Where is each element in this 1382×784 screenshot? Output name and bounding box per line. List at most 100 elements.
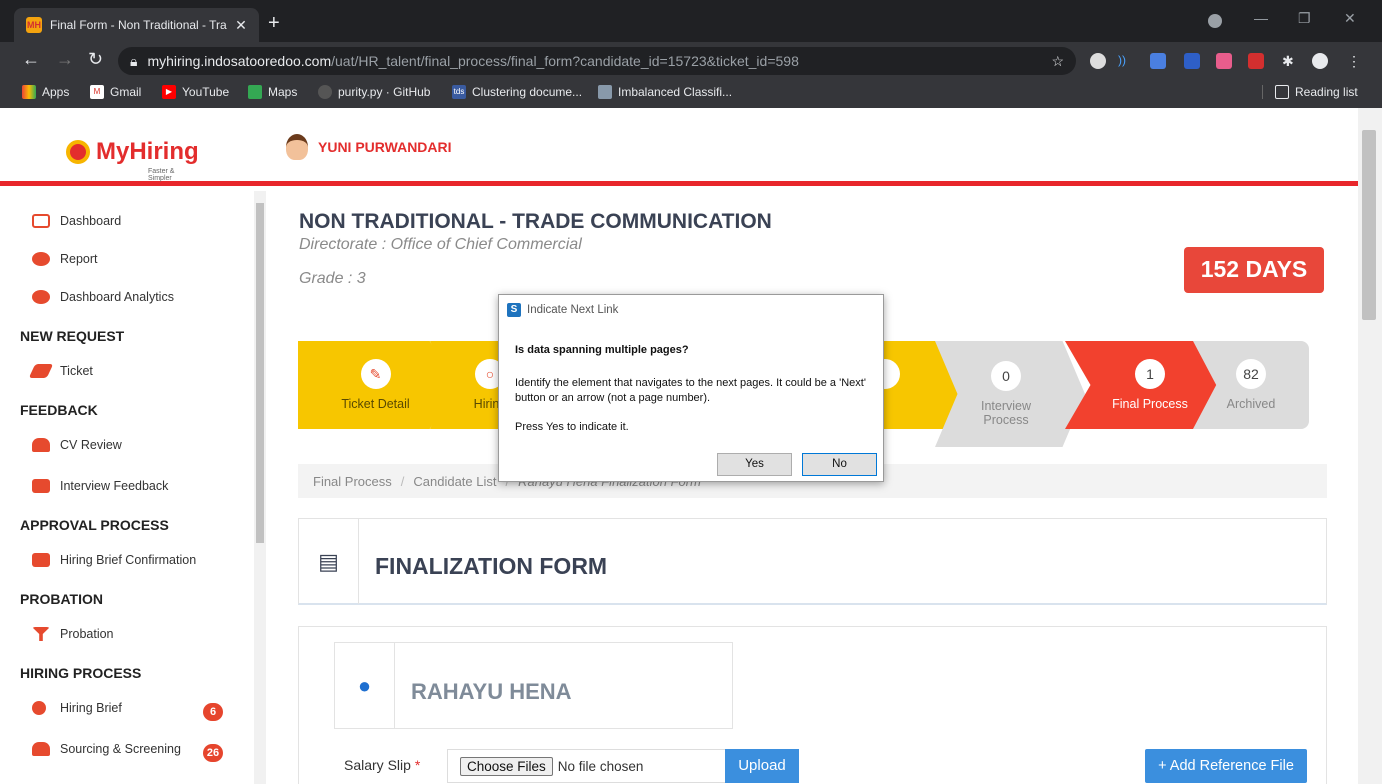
user-icon: ● [335,643,395,728]
reading-list[interactable]: Reading list [1262,85,1358,99]
sidebar-item-hiring-brief[interactable]: Hiring Brief [32,701,122,715]
file-status: No file chosen [557,758,644,774]
users-icon [32,438,50,452]
bookmarks-bar: Apps M Gmail ▶ YouTube Maps purity.py · Gi… [0,80,1382,106]
page-scrollbar[interactable] [1358,108,1382,784]
bookmark-imbalanced[interactable]: Imbalanced Classifi... [598,85,732,99]
users-icon [32,742,50,756]
step-count: 1 [1135,359,1165,389]
sidebar-item-dashboard-analytics[interactable]: Dashboard Analytics [32,290,174,304]
bookmark-clustering[interactable]: tds Clustering docume... [452,85,582,99]
profile-dropdown-icon[interactable] [1208,14,1222,28]
reload-icon[interactable]: ↻ [88,50,103,68]
document-icon [598,85,612,99]
thumbs-up-icon [32,553,50,567]
ticket-icon [28,364,54,378]
salary-slip-file-input[interactable]: Choose Files No file chosen [447,749,727,783]
ticket-icon: ✎ [360,359,391,389]
user-name: YUNI PURWANDARI [318,139,452,155]
breadcrumb-candidate-list[interactable]: Candidate List [413,474,496,489]
back-icon[interactable]: ← [22,50,40,68]
bookmark-maps[interactable]: Maps [248,85,297,99]
tds-icon: tds [452,85,466,99]
lock-icon: 🔒︎ [130,52,138,69]
bookmark-star-icon[interactable]: ☆ [1051,53,1064,70]
bookmark-github[interactable]: purity.py · GitHub [318,85,430,99]
apps-grid-icon [22,85,36,99]
step-interview-process[interactable]: 0 Interview Process [935,341,1085,447]
breadcrumb-final-process[interactable]: Final Process [313,474,392,489]
dialog-instruction: Press Yes to indicate it. [515,421,629,433]
puzzle-icon[interactable]: ✱ [1282,53,1298,69]
maps-icon [248,85,262,99]
grade: Grade : 3 [299,270,366,287]
sidebar-item-dashboard[interactable]: Dashboard [32,214,121,228]
job-title: NON TRADITIONAL - TRADE COMMUNICATION [299,210,772,233]
upload-button[interactable]: Upload [725,749,799,783]
extension-icon[interactable] [1216,53,1232,69]
indicate-next-link-dialog: S Indicate Next Link Is data spanning mu… [498,294,884,482]
browser-chrome: MH Final Form - Non Traditional - Tra ✕ … [0,0,1382,108]
sidebar-heading-new-request: NEW REQUEST [20,328,125,344]
user-avatar-icon [286,134,308,160]
dialog-title: Indicate Next Link [527,304,619,316]
extension-icon[interactable]: )) [1118,53,1134,69]
minimize-icon[interactable]: — [1254,10,1268,26]
sidebar-item-sourcing-screening[interactable]: Sourcing & Screening [32,742,181,756]
bookmark-gmail[interactable]: M Gmail [90,85,141,99]
scrollbar-thumb[interactable] [1362,130,1376,320]
dialog-body: Identify the element that navigates to t… [515,377,866,404]
user-profile[interactable]: YUNI PURWANDARI [286,134,452,160]
url-host: myhiring.indosatooredoo.com [147,53,332,69]
newspaper-icon: ▤ [299,519,359,604]
page-title: FINALIZATION FORM [375,553,608,579]
half-circle-icon [32,701,46,715]
close-tab-icon[interactable]: ✕ [231,17,251,34]
tab-title: Final Form - Non Traditional - Tra [50,18,227,32]
candidate-card: ● RAHAYU HENA [334,642,733,729]
new-tab-icon[interactable]: + [268,12,280,35]
github-icon [318,85,332,99]
extension-icon[interactable] [1090,53,1106,69]
address-bar[interactable]: 🔒︎ myhiring.indosatooredoo.com /uat/HR_t… [118,47,1076,75]
sourcing-count-badge: 26 [203,744,223,762]
sidebar-item-ticket[interactable]: Ticket [28,364,93,378]
reading-list-icon [1275,85,1289,99]
myhiring-favicon-icon: MH [26,17,42,33]
no-button[interactable]: No [802,453,877,476]
hiring-brief-count-badge: 6 [203,703,223,721]
gmail-icon: M [90,85,104,99]
menu-icon[interactable]: ⋮ [1346,53,1362,69]
sidebar-item-interview-feedback[interactable]: Interview Feedback [32,479,168,493]
choose-files-button[interactable]: Choose Files [460,756,553,776]
close-window-icon[interactable]: ✕ [1344,10,1356,27]
gauge-icon [32,252,50,266]
sidebar-item-report[interactable]: Report [32,252,98,266]
monitor-icon [32,214,50,228]
scrollbar-thumb[interactable] [256,203,264,543]
restore-icon[interactable]: ❐ [1298,10,1311,27]
sidebar-item-probation[interactable]: Probation [32,627,114,641]
uipath-icon: S [507,303,521,317]
step-count: 82 [1236,359,1266,389]
avatar[interactable] [1312,53,1328,69]
gauge-icon [32,290,50,304]
site-header: MyHiring Faster & Simpler YUNI PURWANDAR… [0,108,1358,186]
candidate-panel: ● RAHAYU HENA Salary Slip * Choose Files … [298,626,1327,784]
myhiring-logo[interactable]: MyHiring Faster & Simpler [66,138,199,182]
step-ticket-detail[interactable]: ✎ Ticket Detail [298,341,453,429]
sidebar-item-cv-review[interactable]: CV Review [32,438,122,452]
browser-tab[interactable]: MH Final Form - Non Traditional - Tra ✕ [14,8,259,42]
sidebar-item-hiring-brief-confirmation[interactable]: Hiring Brief Confirmation [32,553,196,567]
translate-extension-icon[interactable] [1150,53,1166,69]
extension-icon[interactable] [1248,53,1264,69]
bookmark-youtube[interactable]: ▶ YouTube [162,85,229,99]
yes-button[interactable]: Yes [717,453,792,476]
step-count: 0 [991,361,1021,391]
add-reference-file-button[interactable]: + Add Reference File [1145,749,1307,783]
url-path: /uat/HR_talent/final_process/final_form?… [331,53,799,69]
bookmark-apps[interactable]: Apps [22,85,69,99]
sidebar-scrollbar[interactable] [254,191,266,784]
uipath-extension-icon[interactable] [1184,53,1200,69]
forward-icon[interactable]: → [56,50,74,68]
